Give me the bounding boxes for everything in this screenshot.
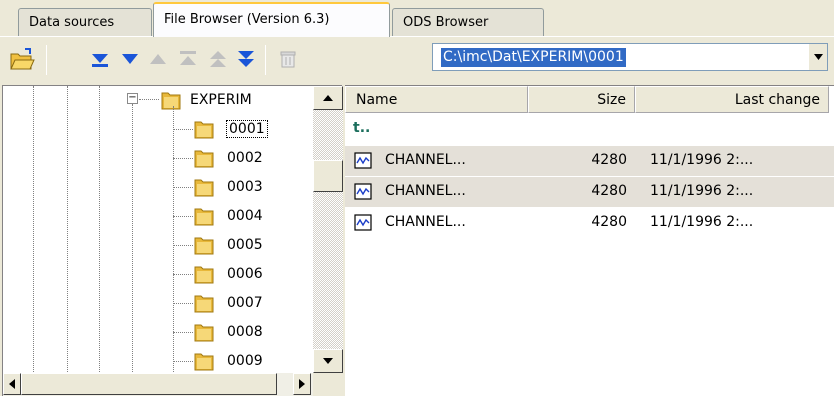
tab-bar: Data sources File Browser (Version 6.3) … [0,0,834,37]
tree-node-0009[interactable]: 0009 [227,353,263,369]
file-last-change: 11/1/1996 2:... [650,183,754,199]
scroll-thumb-horizontal[interactable] [21,373,277,395]
tree-connector [173,129,193,130]
tree-connector [173,158,193,159]
scroll-left-button[interactable] [3,373,21,395]
tree-vertical-scrollbar[interactable] [313,86,343,373]
folder-tree[interactable]: − EXPERIM 0001 0002 0003 0004 0005 0006 0007 00… [2,85,343,396]
delete-icon [280,51,296,68]
column-header-name[interactable]: Name [345,86,528,113]
folder-icon [161,92,181,110]
path-value[interactable]: C:\imc\Dat\EXPERIM\0001 [441,48,626,67]
delete-button[interactable] [274,45,302,73]
tab-file-browser[interactable]: File Browser (Version 6.3) [153,2,390,37]
file-size: 4280 [591,152,627,168]
file-name: CHANNEL... [385,183,466,199]
scroll-down-button[interactable] [313,349,343,373]
file-size: 4280 [591,214,627,230]
tree-connector [173,187,193,188]
tree-node-0003[interactable]: 0003 [227,179,263,195]
channel-icon [354,183,372,200]
arrow-left-icon [9,379,15,389]
column-header-size[interactable]: Size [528,86,635,113]
scroll-up-button[interactable] [313,86,343,110]
tree-node-0008[interactable]: 0008 [227,324,263,340]
tree-connector [173,245,193,246]
tree-guide-line [132,104,133,372]
toolbar-separator [46,45,47,75]
move-up-icon [150,54,166,64]
tree-node-0007[interactable]: 0007 [227,295,263,311]
file-row[interactable]: CHANNEL... 4280 11/1/1996 2:... [345,146,834,176]
tree-connector [173,303,193,304]
move-down-page-button[interactable] [232,45,260,73]
tree-node-0006[interactable]: 0006 [227,266,263,282]
path-dropdown-button[interactable] [809,44,827,70]
toolbar: C:\imc\Dat\EXPERIM\0001 [0,37,834,85]
move-bottom-button[interactable] [86,45,114,73]
file-size: 4280 [591,183,627,199]
folder-icon [194,266,214,284]
tree-horizontal-scrollbar[interactable] [3,373,313,396]
arrow-right-icon [299,379,305,389]
collapse-toggle[interactable]: − [127,93,138,104]
tree-connector [173,216,193,217]
scroll-track[interactable] [313,110,343,349]
scroll-right-button[interactable] [293,373,311,395]
open-folder-button[interactable] [8,45,36,73]
tree-node-0001[interactable]: 0001 [226,120,268,138]
move-down-page-icon [238,51,254,67]
move-up-page-button[interactable] [204,45,232,73]
file-row[interactable]: CHANNEL... 4280 11/1/1996 2:... [345,208,834,238]
file-list[interactable]: Name Size Last change t.. CHANNEL... 4280… [345,85,834,396]
file-name: CHANNEL... [385,214,466,230]
column-header-last-change[interactable]: Last change [635,86,829,113]
toolbar-separator [265,45,266,75]
folder-icon [194,295,214,313]
tree-guide-line [33,86,34,372]
move-top-icon [180,51,196,65]
file-last-change: 11/1/1996 2:... [650,214,754,230]
parent-directory-item[interactable]: t.. [353,120,370,136]
path-combobox[interactable]: C:\imc\Dat\EXPERIM\0001 [432,43,828,71]
open-folder-icon [10,48,35,70]
folder-icon [194,150,214,168]
folder-icon [194,121,214,139]
tree-node-0002[interactable]: 0002 [227,150,263,166]
tree-connector [173,274,193,275]
move-up-button[interactable] [144,45,172,73]
channel-icon [354,214,372,231]
folder-icon [194,208,214,226]
tree-connector [173,361,193,362]
folder-icon [194,237,214,255]
tree-guide-line [173,106,174,372]
folder-icon [194,324,214,342]
arrow-down-icon [323,358,333,364]
tree-node-0005[interactable]: 0005 [227,237,263,253]
move-down-button[interactable] [116,45,144,73]
tree-connector [173,332,193,333]
arrow-up-icon [323,95,333,101]
file-name: CHANNEL... [385,152,466,168]
move-bottom-icon [92,54,108,67]
folder-icon [194,353,214,371]
move-down-icon [122,54,138,64]
move-up-page-icon [210,51,226,67]
tree-connector [139,99,159,100]
tab-ods-browser[interactable]: ODS Browser [392,8,544,37]
chevron-down-icon [813,54,823,60]
tree-node-experim[interactable]: EXPERIM [190,92,252,108]
scroll-thumb[interactable] [313,160,343,192]
channel-icon [354,152,372,169]
file-last-change: 11/1/1996 2:... [650,152,754,168]
tree-guide-line [99,86,100,372]
tab-data-sources[interactable]: Data sources [18,8,152,37]
tree-node-0004[interactable]: 0004 [227,208,263,224]
move-top-button[interactable] [174,45,202,73]
folder-icon [194,179,214,197]
file-row[interactable]: CHANNEL... 4280 11/1/1996 2:... [345,177,834,207]
tree-guide-line [67,86,68,372]
scrollbar-corner [313,373,343,396]
